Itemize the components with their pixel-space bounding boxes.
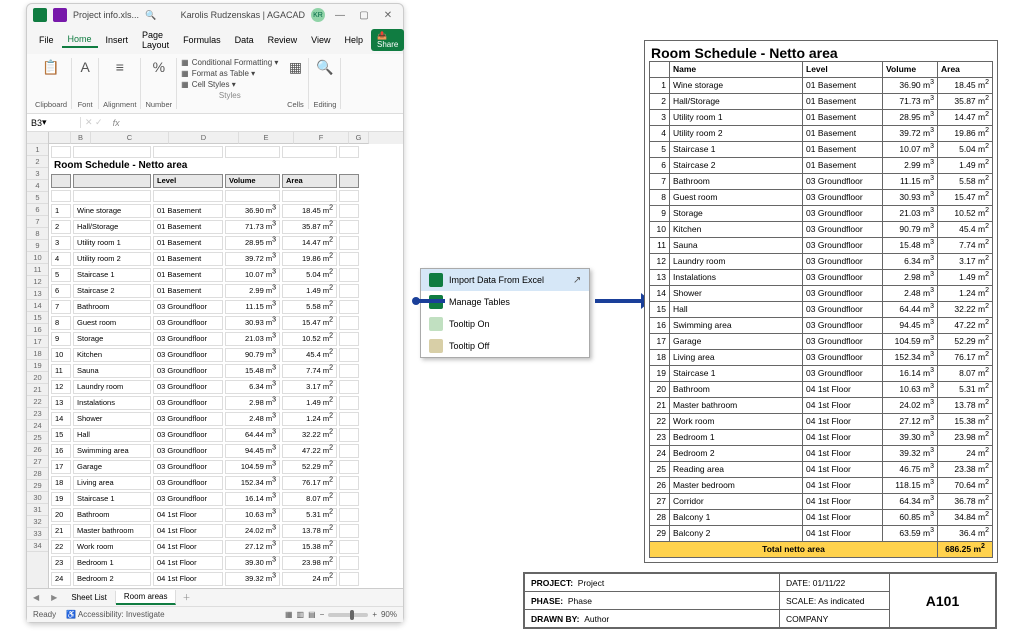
- save-icon[interactable]: [53, 8, 67, 22]
- view-page-icon[interactable]: ▥: [297, 610, 305, 619]
- user-avatar[interactable]: KR: [311, 8, 325, 22]
- view-normal-icon[interactable]: ▦: [285, 610, 293, 619]
- format-as-table[interactable]: ▦ Format as Table ▾: [181, 69, 278, 78]
- zoom-in-icon[interactable]: +: [372, 610, 377, 619]
- clipboard-icon: 📋: [42, 58, 60, 76]
- name-box[interactable]: B3 ▾: [27, 117, 81, 128]
- ribbon-font[interactable]: AFont: [72, 58, 99, 109]
- sheet-tab-sheet-list[interactable]: Sheet List: [63, 591, 116, 604]
- maximize-button[interactable]: ▢: [355, 8, 373, 22]
- cells-icon: ▦: [286, 58, 304, 76]
- ctx-import-data-from-excel[interactable]: Import Data From Excel: [421, 269, 589, 291]
- styles-group-label: Styles: [181, 91, 278, 100]
- zoom-value: 90%: [381, 610, 397, 619]
- add-sheet-button[interactable]: ＋: [176, 592, 196, 603]
- excel-window: Project info.xls... 🔍 Karolis Rudzenskas…: [26, 3, 404, 623]
- status-left: Ready: [33, 610, 56, 619]
- sheet-number: A101: [890, 574, 996, 628]
- spreadsheet-cells[interactable]: Room Schedule - Netto areaLevelVolumeAre…: [49, 144, 361, 588]
- menu-file[interactable]: File: [33, 33, 60, 47]
- view-break-icon[interactable]: ▤: [308, 610, 316, 619]
- titlebar: Project info.xls... 🔍 Karolis Rudzenskas…: [27, 4, 403, 26]
- ribbon: 📋Clipboard AFont ≡Alignment %Number ▦ Co…: [27, 54, 403, 114]
- sheet-nav-next[interactable]: ▶: [45, 593, 63, 602]
- font-icon: A: [76, 58, 94, 76]
- menu-review[interactable]: Review: [262, 33, 304, 47]
- zoom-out-icon[interactable]: −: [320, 610, 325, 619]
- menu-page-layout[interactable]: Page Layout: [136, 28, 175, 52]
- filename: Project info.xls...: [73, 10, 139, 20]
- accessibility-status[interactable]: ♿ Accessibility: Investigate: [66, 610, 164, 619]
- ctx-manage-tables[interactable]: Manage Tables: [421, 291, 589, 313]
- revit-schedule: Room Schedule - Netto area NameLevelVolu…: [644, 40, 998, 563]
- share-button[interactable]: 📤 Share: [371, 29, 404, 51]
- percent-icon: %: [150, 58, 168, 76]
- menu-data[interactable]: Data: [229, 33, 260, 47]
- zoom-slider[interactable]: [328, 613, 368, 617]
- menubar: FileHomeInsertPage LayoutFormulasDataRev…: [27, 26, 403, 54]
- conditional-formatting[interactable]: ▦ Conditional Formatting ▾: [181, 58, 278, 67]
- sheet-tab-room-areas[interactable]: Room areas: [116, 590, 177, 605]
- ribbon-alignment[interactable]: ≡Alignment: [99, 58, 141, 109]
- ribbon-styles: ▦ Conditional Formatting ▾ ▦ Format as T…: [177, 58, 282, 100]
- close-button[interactable]: ✕: [379, 8, 397, 22]
- revit-table: NameLevelVolumeArea1Wine storage01 Basem…: [649, 61, 993, 558]
- status-bar: Ready ♿ Accessibility: Investigate ▦ ▥ ▤…: [27, 606, 403, 622]
- cell-styles[interactable]: ▦ Cell Styles ▾: [181, 80, 278, 89]
- revit-title: Room Schedule - Netto area: [649, 43, 993, 61]
- menu-insert[interactable]: Insert: [100, 33, 135, 47]
- menu-help[interactable]: Help: [338, 33, 369, 47]
- menu-view[interactable]: View: [305, 33, 336, 47]
- menu-home[interactable]: Home: [62, 32, 98, 48]
- ctx-tooltip-off[interactable]: Tooltip Off: [421, 335, 589, 357]
- title-block: PROJECT: Project DATE: 01/11/22 A101 PHA…: [523, 572, 997, 629]
- ribbon-editing[interactable]: 🔍Editing: [309, 58, 341, 109]
- ribbon-number[interactable]: %Number: [141, 58, 177, 109]
- excel-app-icon: [33, 8, 47, 22]
- search-icon: 🔍: [316, 58, 334, 76]
- sheet-nav-prev[interactable]: ◀: [27, 593, 45, 602]
- ribbon-cells[interactable]: ▦Cells: [282, 58, 309, 109]
- align-icon: ≡: [111, 58, 129, 76]
- ribbon-clipboard[interactable]: 📋Clipboard: [31, 58, 72, 109]
- ctx-tooltip-on[interactable]: Tooltip On: [421, 313, 589, 335]
- minimize-button[interactable]: —: [331, 8, 349, 22]
- column-headers[interactable]: BCDEFG: [49, 132, 403, 144]
- context-menu: Import Data From ExcelManage TablesToolt…: [420, 268, 590, 358]
- menu-formulas[interactable]: Formulas: [177, 33, 227, 47]
- sheet-tabs: ◀ ▶ Sheet ListRoom areas＋: [27, 588, 403, 606]
- grid[interactable]: 1234567891011121314151617181920212223242…: [27, 132, 403, 588]
- fx-label: fx: [107, 118, 126, 128]
- row-headers[interactable]: 1234567891011121314151617181920212223242…: [27, 132, 49, 588]
- search-icon[interactable]: 🔍: [145, 10, 156, 21]
- flow-arrow-icon: [595, 299, 643, 303]
- formula-bar: B3 ▾ ✕ ✓ fx: [27, 114, 403, 132]
- user-name: Karolis Rudzenskas | AGACAD: [181, 10, 305, 20]
